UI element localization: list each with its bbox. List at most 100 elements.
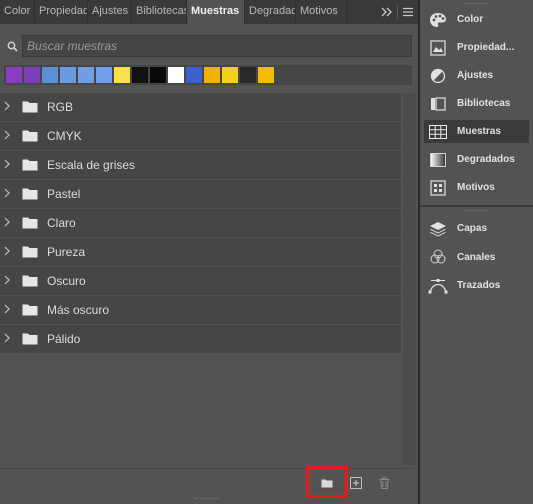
- swatch-group-row[interactable]: Pastel: [0, 180, 401, 209]
- swatch-group-label: Más oscuro: [47, 303, 110, 317]
- recent-swatch[interactable]: [96, 67, 112, 83]
- highlight-box: [306, 466, 348, 498]
- tab-bibliotecas[interactable]: Bibliotecas: [132, 0, 187, 24]
- double-chevron-right-icon[interactable]: [377, 0, 397, 24]
- chevron-right-icon[interactable]: [4, 246, 18, 259]
- recent-swatch[interactable]: [186, 67, 202, 83]
- swatch-group-label: Pálido: [47, 332, 81, 346]
- recent-swatch[interactable]: [132, 67, 148, 83]
- recent-swatch[interactable]: [204, 67, 220, 83]
- dock-item-degradados[interactable]: Degradados: [424, 148, 529, 171]
- recent-swatch[interactable]: [258, 67, 274, 83]
- recent-swatch[interactable]: [114, 67, 130, 83]
- folder-icon: [22, 101, 38, 113]
- dock-item-canales[interactable]: Canales: [424, 246, 529, 269]
- recent-swatch[interactable]: [78, 67, 94, 83]
- swatch-group-row[interactable]: Oscuro: [0, 267, 401, 296]
- dock-item-motivos[interactable]: Motivos: [424, 176, 529, 199]
- dock-item-label: Trazados: [457, 280, 501, 291]
- chevron-right-icon[interactable]: [4, 304, 18, 317]
- tab-motivos[interactable]: Motivos: [296, 0, 348, 24]
- swatch-group-label: CMYK: [47, 129, 82, 143]
- chevron-right-icon[interactable]: [4, 159, 18, 172]
- swatch-group-row[interactable]: Más oscuro: [0, 296, 401, 325]
- recent-swatches: [4, 65, 412, 85]
- dock-item-ajustes[interactable]: Ajustes: [424, 64, 529, 87]
- properties-icon: [427, 39, 449, 57]
- chevron-right-icon[interactable]: [4, 188, 18, 201]
- swatches-panel: Color Propiedades Ajustes Bibliotecas Mu…: [0, 0, 418, 504]
- swatch-group-label: Pastel: [47, 187, 81, 201]
- new-swatch-icon[interactable]: [346, 473, 366, 493]
- dock-item-label: Canales: [457, 251, 496, 263]
- adjustments-icon: [427, 67, 449, 85]
- folder-icon: [22, 246, 38, 258]
- swatch-groups-list: RGB CMYK Escala de grises Pastel Claro Pureza…: [0, 93, 401, 354]
- libraries-icon: [427, 95, 449, 113]
- search-input[interactable]: [22, 35, 412, 57]
- chevron-right-icon[interactable]: [4, 101, 18, 114]
- tabbar-controls: [377, 0, 418, 24]
- tab-propiedades[interactable]: Propiedades: [35, 0, 88, 24]
- channels-icon: [427, 248, 449, 266]
- chevron-right-icon[interactable]: [4, 217, 18, 230]
- swatch-group-label: Claro: [47, 216, 76, 230]
- gradient-icon: [427, 151, 449, 169]
- recent-swatch[interactable]: [24, 67, 40, 83]
- dock-item-label: Bibliotecas: [457, 98, 511, 109]
- chevron-right-icon[interactable]: [4, 275, 18, 288]
- dock-item-propiedad[interactable]: Propiedad...: [424, 36, 529, 59]
- swatches-grid-icon: [427, 123, 449, 141]
- folder-icon: [22, 217, 38, 229]
- search-icon: [4, 35, 20, 57]
- search-row: [4, 35, 412, 57]
- dock-grip-top[interactable]: [465, 3, 487, 6]
- swatch-group-row[interactable]: Escala de grises: [0, 151, 401, 180]
- dock-item-trazados[interactable]: Trazados: [424, 274, 529, 297]
- swatch-group-row[interactable]: CMYK: [0, 122, 401, 151]
- dock-item-label: Color: [457, 14, 484, 25]
- folder-icon: [22, 333, 38, 345]
- tab-ajustes[interactable]: Ajustes: [88, 0, 132, 24]
- swatch-group-row[interactable]: RGB: [0, 93, 401, 122]
- chevron-right-icon[interactable]: [4, 333, 18, 346]
- recent-swatch[interactable]: [42, 67, 58, 83]
- patterns-icon: [427, 179, 449, 197]
- recent-swatch[interactable]: [60, 67, 76, 83]
- layers-icon: [427, 220, 449, 238]
- dock-item-label: Ajustes: [457, 70, 494, 81]
- folder-icon: [22, 275, 38, 287]
- recent-swatch[interactable]: [6, 67, 22, 83]
- hamburger-menu-icon[interactable]: [398, 0, 418, 24]
- recent-swatch[interactable]: [240, 67, 256, 83]
- tab-color[interactable]: Color: [0, 0, 35, 24]
- recent-swatch[interactable]: [150, 67, 166, 83]
- tab-degradados[interactable]: Degradados: [245, 0, 296, 24]
- dock-item-label: Degradados: [457, 154, 515, 165]
- scrollbar[interactable]: [403, 93, 416, 465]
- tab-muestras[interactable]: Muestras: [187, 0, 245, 24]
- folder-icon: [22, 130, 38, 142]
- swatch-group-row[interactable]: Claro: [0, 209, 401, 238]
- panel-bottom-bar: [0, 468, 418, 496]
- swatch-group-row[interactable]: Pálido: [0, 325, 401, 354]
- dock-separator: [420, 205, 533, 207]
- recent-swatch[interactable]: [222, 67, 238, 83]
- dock-item-color[interactable]: Color: [424, 8, 529, 31]
- trash-icon[interactable]: [374, 473, 394, 493]
- dock-item-label: Capas: [457, 223, 488, 234]
- chevron-right-icon[interactable]: [4, 130, 18, 143]
- recent-swatch[interactable]: [168, 67, 184, 83]
- dock-item-label: Muestras: [457, 126, 501, 137]
- dock-item-label: Propiedad...: [457, 42, 515, 53]
- dock-item-bibliotecas[interactable]: Bibliotecas: [424, 92, 529, 115]
- dock-grip-middle[interactable]: [465, 210, 487, 213]
- dock-item-muestras[interactable]: Muestras: [424, 120, 529, 143]
- panel-tabbar: Color Propiedades Ajustes Bibliotecas Mu…: [0, 0, 418, 24]
- folder-icon: [22, 188, 38, 200]
- resize-grip[interactable]: [195, 498, 219, 501]
- swatch-group-row[interactable]: Pureza: [0, 238, 401, 267]
- swatch-group-label: Pureza: [47, 245, 86, 259]
- folder-icon: [22, 159, 38, 171]
- dock-item-capas[interactable]: Capas: [424, 217, 529, 240]
